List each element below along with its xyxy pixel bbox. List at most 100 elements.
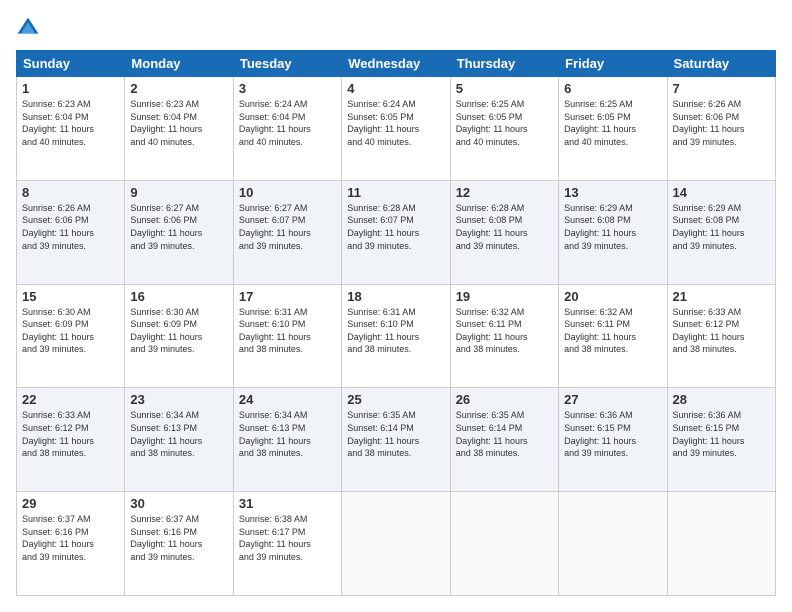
- day-number: 27: [564, 392, 661, 407]
- cell-text: Sunrise: 6:31 AM Sunset: 6:10 PM Dayligh…: [347, 306, 444, 356]
- page: SundayMondayTuesdayWednesdayThursdayFrid…: [0, 0, 792, 612]
- cell-text: Sunrise: 6:25 AM Sunset: 6:05 PM Dayligh…: [456, 98, 553, 148]
- calendar-cell: 3 Sunrise: 6:24 AM Sunset: 6:04 PM Daylig…: [233, 77, 341, 181]
- cell-text: Sunrise: 6:26 AM Sunset: 6:06 PM Dayligh…: [22, 202, 119, 252]
- calendar-cell: 12 Sunrise: 6:28 AM Sunset: 6:08 PM Dayli…: [450, 180, 558, 284]
- day-number: 5: [456, 81, 553, 96]
- calendar-cell: 29Sunrise: 6:37 AM Sunset: 6:16 PM Dayli…: [17, 492, 125, 596]
- cell-text: Sunrise: 6:32 AM Sunset: 6:11 PM Dayligh…: [456, 306, 553, 356]
- calendar-cell: 30Sunrise: 6:37 AM Sunset: 6:16 PM Dayli…: [125, 492, 233, 596]
- calendar-cell: 24Sunrise: 6:34 AM Sunset: 6:13 PM Dayli…: [233, 388, 341, 492]
- day-number: 25: [347, 392, 444, 407]
- day-number: 1: [22, 81, 119, 96]
- day-number: 4: [347, 81, 444, 96]
- weekday-header-tuesday: Tuesday: [233, 51, 341, 77]
- calendar-cell: [450, 492, 558, 596]
- calendar-cell: 14 Sunrise: 6:29 AM Sunset: 6:08 PM Dayli…: [667, 180, 775, 284]
- cell-text: Sunrise: 6:37 AM Sunset: 6:16 PM Dayligh…: [22, 513, 119, 563]
- calendar-cell: 22Sunrise: 6:33 AM Sunset: 6:12 PM Dayli…: [17, 388, 125, 492]
- cell-text: Sunrise: 6:23 AM Sunset: 6:04 PM Dayligh…: [22, 98, 119, 148]
- weekday-header-row: SundayMondayTuesdayWednesdayThursdayFrid…: [17, 51, 776, 77]
- cell-text: Sunrise: 6:25 AM Sunset: 6:05 PM Dayligh…: [564, 98, 661, 148]
- week-row-4: 22Sunrise: 6:33 AM Sunset: 6:12 PM Dayli…: [17, 388, 776, 492]
- calendar-cell: 15 Sunrise: 6:30 AM Sunset: 6:09 PM Dayli…: [17, 284, 125, 388]
- cell-text: Sunrise: 6:36 AM Sunset: 6:15 PM Dayligh…: [673, 409, 770, 459]
- calendar-cell: 10 Sunrise: 6:27 AM Sunset: 6:07 PM Dayli…: [233, 180, 341, 284]
- day-number: 15: [22, 289, 119, 304]
- cell-text: Sunrise: 6:31 AM Sunset: 6:10 PM Dayligh…: [239, 306, 336, 356]
- calendar-cell: 31 Sunrise: 6:38 AM Sunset: 6:17 PM Dayli…: [233, 492, 341, 596]
- cell-text: Sunrise: 6:29 AM Sunset: 6:08 PM Dayligh…: [673, 202, 770, 252]
- calendar-cell: 4 Sunrise: 6:24 AM Sunset: 6:05 PM Daylig…: [342, 77, 450, 181]
- calendar-cell: 13 Sunrise: 6:29 AM Sunset: 6:08 PM Dayli…: [559, 180, 667, 284]
- calendar-cell: 18 Sunrise: 6:31 AM Sunset: 6:10 PM Dayli…: [342, 284, 450, 388]
- cell-text: Sunrise: 6:29 AM Sunset: 6:08 PM Dayligh…: [564, 202, 661, 252]
- cell-text: Sunrise: 6:23 AM Sunset: 6:04 PM Dayligh…: [130, 98, 227, 148]
- calendar-cell: 20Sunrise: 6:32 AM Sunset: 6:11 PM Dayli…: [559, 284, 667, 388]
- weekday-header-saturday: Saturday: [667, 51, 775, 77]
- day-number: 19: [456, 289, 553, 304]
- calendar-cell: [342, 492, 450, 596]
- calendar-cell: 25 Sunrise: 6:35 AM Sunset: 6:14 PM Dayli…: [342, 388, 450, 492]
- logo-icon: [16, 16, 40, 40]
- day-number: 8: [22, 185, 119, 200]
- weekday-header-monday: Monday: [125, 51, 233, 77]
- cell-text: Sunrise: 6:24 AM Sunset: 6:04 PM Dayligh…: [239, 98, 336, 148]
- day-number: 17: [239, 289, 336, 304]
- day-number: 26: [456, 392, 553, 407]
- day-number: 31: [239, 496, 336, 511]
- day-number: 21: [673, 289, 770, 304]
- calendar-cell: 23Sunrise: 6:34 AM Sunset: 6:13 PM Dayli…: [125, 388, 233, 492]
- calendar-cell: [559, 492, 667, 596]
- day-number: 9: [130, 185, 227, 200]
- week-row-5: 29Sunrise: 6:37 AM Sunset: 6:16 PM Dayli…: [17, 492, 776, 596]
- calendar-cell: 9 Sunrise: 6:27 AM Sunset: 6:06 PM Daylig…: [125, 180, 233, 284]
- day-number: 23: [130, 392, 227, 407]
- day-number: 16: [130, 289, 227, 304]
- day-number: 28: [673, 392, 770, 407]
- cell-text: Sunrise: 6:27 AM Sunset: 6:07 PM Dayligh…: [239, 202, 336, 252]
- calendar-cell: 27 Sunrise: 6:36 AM Sunset: 6:15 PM Dayli…: [559, 388, 667, 492]
- day-number: 24: [239, 392, 336, 407]
- day-number: 14: [673, 185, 770, 200]
- calendar-cell: 8 Sunrise: 6:26 AM Sunset: 6:06 PM Daylig…: [17, 180, 125, 284]
- day-number: 18: [347, 289, 444, 304]
- calendar-cell: 7Sunrise: 6:26 AM Sunset: 6:06 PM Daylig…: [667, 77, 775, 181]
- day-number: 12: [456, 185, 553, 200]
- calendar-cell: 6 Sunrise: 6:25 AM Sunset: 6:05 PM Daylig…: [559, 77, 667, 181]
- week-row-3: 15 Sunrise: 6:30 AM Sunset: 6:09 PM Dayli…: [17, 284, 776, 388]
- weekday-header-wednesday: Wednesday: [342, 51, 450, 77]
- day-number: 7: [673, 81, 770, 96]
- day-number: 10: [239, 185, 336, 200]
- weekday-header-sunday: Sunday: [17, 51, 125, 77]
- cell-text: Sunrise: 6:37 AM Sunset: 6:16 PM Dayligh…: [130, 513, 227, 563]
- day-number: 6: [564, 81, 661, 96]
- cell-text: Sunrise: 6:24 AM Sunset: 6:05 PM Dayligh…: [347, 98, 444, 148]
- calendar-cell: 19 Sunrise: 6:32 AM Sunset: 6:11 PM Dayli…: [450, 284, 558, 388]
- calendar-cell: 26 Sunrise: 6:35 AM Sunset: 6:14 PM Dayli…: [450, 388, 558, 492]
- week-row-1: 1 Sunrise: 6:23 AM Sunset: 6:04 PM Daylig…: [17, 77, 776, 181]
- calendar-cell: 5 Sunrise: 6:25 AM Sunset: 6:05 PM Daylig…: [450, 77, 558, 181]
- cell-text: Sunrise: 6:35 AM Sunset: 6:14 PM Dayligh…: [456, 409, 553, 459]
- day-number: 20: [564, 289, 661, 304]
- cell-text: Sunrise: 6:30 AM Sunset: 6:09 PM Dayligh…: [130, 306, 227, 356]
- header: [16, 16, 776, 40]
- cell-text: Sunrise: 6:38 AM Sunset: 6:17 PM Dayligh…: [239, 513, 336, 563]
- day-number: 2: [130, 81, 227, 96]
- cell-text: Sunrise: 6:36 AM Sunset: 6:15 PM Dayligh…: [564, 409, 661, 459]
- logo: [16, 16, 44, 40]
- cell-text: Sunrise: 6:33 AM Sunset: 6:12 PM Dayligh…: [22, 409, 119, 459]
- weekday-header-thursday: Thursday: [450, 51, 558, 77]
- cell-text: Sunrise: 6:35 AM Sunset: 6:14 PM Dayligh…: [347, 409, 444, 459]
- calendar-cell: 16 Sunrise: 6:30 AM Sunset: 6:09 PM Dayli…: [125, 284, 233, 388]
- cell-text: Sunrise: 6:30 AM Sunset: 6:09 PM Dayligh…: [22, 306, 119, 356]
- day-number: 3: [239, 81, 336, 96]
- cell-text: Sunrise: 6:27 AM Sunset: 6:06 PM Dayligh…: [130, 202, 227, 252]
- calendar-cell: 17 Sunrise: 6:31 AM Sunset: 6:10 PM Dayli…: [233, 284, 341, 388]
- day-number: 13: [564, 185, 661, 200]
- week-row-2: 8 Sunrise: 6:26 AM Sunset: 6:06 PM Daylig…: [17, 180, 776, 284]
- day-number: 11: [347, 185, 444, 200]
- cell-text: Sunrise: 6:28 AM Sunset: 6:08 PM Dayligh…: [456, 202, 553, 252]
- calendar-cell: 28 Sunrise: 6:36 AM Sunset: 6:15 PM Dayli…: [667, 388, 775, 492]
- calendar-cell: 21Sunrise: 6:33 AM Sunset: 6:12 PM Dayli…: [667, 284, 775, 388]
